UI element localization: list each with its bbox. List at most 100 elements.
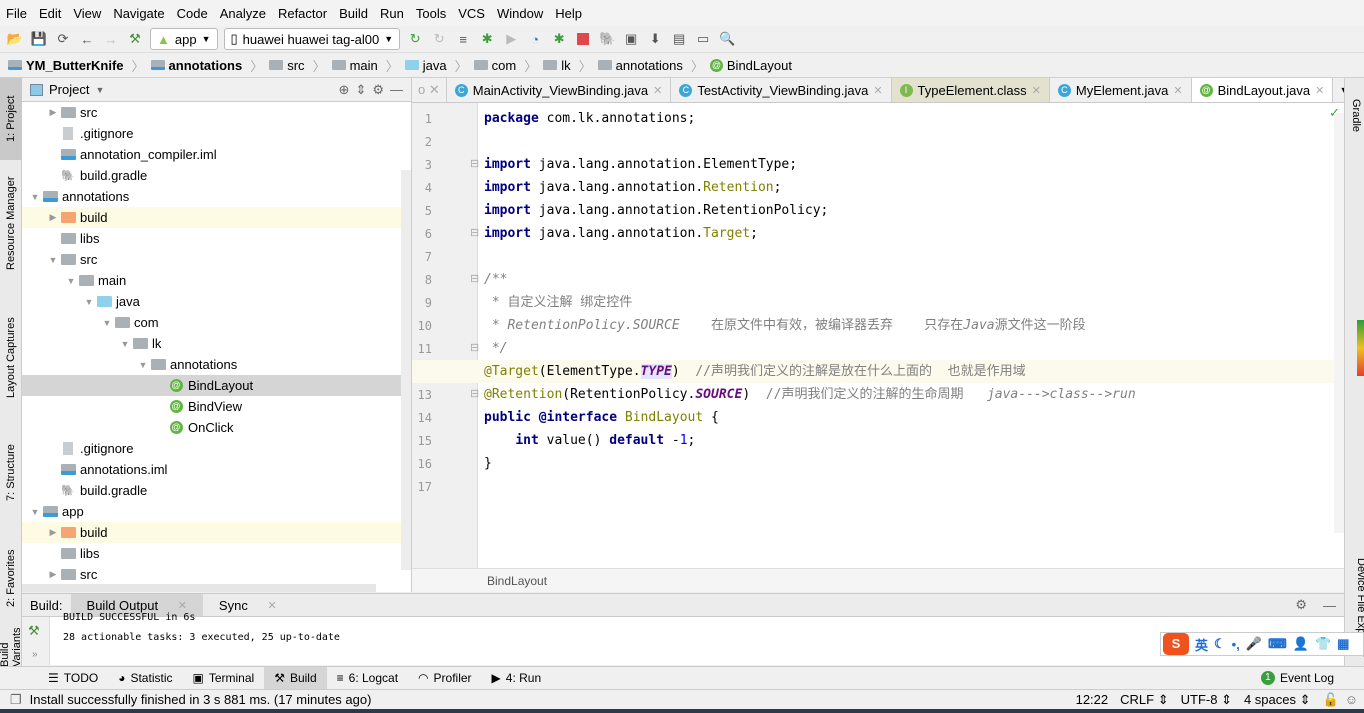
chevron-down-icon[interactable]: ▼ — [118, 339, 132, 349]
menu-view[interactable]: View — [73, 6, 101, 21]
breadcrumb-item[interactable]: annotations 〉 — [597, 56, 704, 75]
code-line[interactable]: import java.lang.annotation.RetentionPol… — [484, 199, 828, 222]
menu-file[interactable]: File — [6, 6, 27, 21]
run-icon[interactable]: ≡ — [454, 30, 472, 48]
code-line[interactable]: int value() default -1; — [484, 429, 695, 452]
code-editor[interactable]: 1234567891011121314151617⊟⊟⊟⊟⊟⊟ package … — [412, 103, 1344, 568]
debug-icon[interactable]: ✱ — [478, 30, 496, 48]
fold-icon[interactable]: ⊟ — [470, 226, 479, 239]
fold-icon[interactable]: ⊟ — [470, 272, 479, 285]
menu-build[interactable]: Build — [339, 6, 368, 21]
grid-icon[interactable]: ▦ — [1337, 636, 1349, 652]
user-icon[interactable]: 👤 — [1293, 636, 1309, 652]
editor-tab[interactable]: C MainActivity_ViewBinding.java ✕ — [447, 78, 672, 102]
chevron-down-icon[interactable]: ▼ — [28, 192, 42, 202]
open-icon[interactable]: 📂 — [6, 30, 24, 48]
tab-structure[interactable]: 7: Structure — [0, 438, 22, 508]
tool-tab[interactable]: ≡ 6: Logcat — [327, 667, 408, 689]
menu-tools[interactable]: Tools — [416, 6, 446, 21]
chevron-right-icon[interactable]: ▶ — [46, 527, 60, 538]
menu-code[interactable]: Code — [177, 6, 208, 21]
breadcrumb-item[interactable]: java 〉 — [404, 56, 468, 75]
chevron-right-icon[interactable]: ▶ — [46, 569, 60, 580]
breadcrumb-item[interactable]: annotations 〉 — [150, 56, 263, 75]
tree-item[interactable]: ▼ com — [22, 312, 411, 333]
forward-icon[interactable]: → — [102, 30, 120, 48]
tool-tab[interactable]: ◕ Statistic — [108, 667, 182, 689]
profile-icon[interactable]: ◔ — [526, 30, 544, 48]
code-line[interactable]: package com.lk.annotations; — [484, 107, 695, 130]
tree-item[interactable]: ▼ lk — [22, 333, 411, 354]
code-line[interactable]: * 自定义注解 绑定控件 — [484, 291, 633, 314]
tool-tab[interactable]: ☰ TODO — [38, 667, 108, 689]
tree-item[interactable]: .gitignore — [22, 438, 411, 459]
lock-icon[interactable]: 🔓 — [1323, 692, 1339, 708]
tree-item[interactable]: .gitignore — [22, 123, 411, 144]
tab-resource-manager[interactable]: Resource Manager — [0, 168, 22, 278]
gear-icon[interactable]: ⚙ — [372, 82, 384, 98]
close-icon[interactable]: ✕ — [1032, 84, 1041, 97]
gear-icon[interactable]: ⚙ — [1287, 594, 1315, 616]
tree-item[interactable]: ▼ src — [22, 249, 411, 270]
hammer-icon[interactable]: ⚒ — [28, 623, 40, 639]
indent-setting[interactable]: 4 spaces ⇕ — [1244, 692, 1311, 708]
code-line[interactable]: @Target(ElementType.TYPE) //声明我们定义的注解是放在… — [484, 360, 1026, 383]
project-view-select[interactable]: Project — [49, 82, 89, 97]
breadcrumb-item[interactable]: YM_ButterKnife 〉 — [8, 56, 145, 75]
keyboard-icon[interactable]: ⌨ — [1268, 636, 1287, 652]
editor-tab[interactable]: C TestActivity_ViewBinding.java ✕ — [671, 78, 892, 102]
status-toggle-icon[interactable]: ❐ — [10, 692, 22, 708]
locate-icon[interactable]: ⊕ — [339, 82, 350, 98]
expand-icon[interactable]: » — [32, 649, 38, 660]
gradle-sync-icon[interactable]: 🐘 — [598, 30, 616, 48]
code-line[interactable]: @Retention(RetentionPolicy.SOURCE) //声明我… — [484, 383, 1136, 406]
chevron-down-icon[interactable]: ▼ — [136, 360, 150, 370]
tree-item[interactable]: ▶ build — [22, 522, 411, 543]
tree-item[interactable]: ▼ java — [22, 291, 411, 312]
breadcrumb-item[interactable]: lk 〉 — [543, 56, 592, 75]
tab-favorites[interactable]: 2: Favorites — [0, 538, 22, 618]
search-icon[interactable]: 🔍 — [718, 30, 736, 48]
code-line[interactable]: import java.lang.annotation.ElementType; — [484, 153, 797, 176]
editor-tab[interactable]: @ BindLayout.java ✕ — [1191, 78, 1334, 102]
menu-run[interactable]: Run — [380, 6, 404, 21]
tree-item[interactable]: ▶ src — [22, 102, 411, 123]
hide-icon[interactable]: — — [390, 82, 403, 97]
tree-item[interactable]: ▼ app — [22, 501, 411, 522]
tab-project[interactable]: 1: Project — [0, 78, 22, 160]
menu-navigate[interactable]: Navigate — [113, 6, 164, 21]
tab-sync[interactable]: Sync ✕ — [203, 594, 293, 616]
attach-debugger-icon[interactable]: ✱ — [550, 30, 568, 48]
terminal-icon[interactable]: ▭ — [694, 30, 712, 48]
stop-icon[interactable] — [574, 30, 592, 48]
chevron-down-icon[interactable]: ▼ — [28, 507, 42, 517]
menu-vcs[interactable]: VCS — [458, 6, 485, 21]
close-icon[interactable]: ✕ — [653, 84, 662, 97]
moon-icon[interactable]: ☾ — [1214, 636, 1226, 652]
sync-icon[interactable]: ⟳ — [54, 30, 72, 48]
project-structure-icon[interactable]: ▤ — [670, 30, 688, 48]
microphone-icon[interactable]: 🎤 — [1246, 636, 1262, 652]
hammer-icon[interactable]: ⚒ — [126, 30, 144, 48]
caret-position[interactable]: 12:22 — [1076, 692, 1109, 707]
tree-item[interactable]: ▶ src — [22, 564, 411, 585]
code-line[interactable]: import java.lang.annotation.Target; — [484, 222, 758, 245]
tree-item[interactable]: libs — [22, 543, 411, 564]
tree-item[interactable]: @ BindLayout — [22, 375, 411, 396]
tree-h-scrollbar[interactable] — [22, 584, 376, 592]
breadcrumb-item[interactable]: src 〉 — [269, 56, 326, 75]
tree-item[interactable]: ▼ annotations — [22, 186, 411, 207]
chevron-down-icon[interactable]: ▼ — [82, 297, 96, 307]
tab-layout-captures[interactable]: Layout Captures — [0, 308, 22, 408]
chevron-down-icon[interactable]: ▼ — [64, 276, 78, 286]
sdk-manager-icon[interactable]: ⬇ — [646, 30, 664, 48]
menu-analyze[interactable]: Analyze — [220, 6, 266, 21]
chevron-right-icon[interactable]: ▶ — [46, 212, 60, 223]
run-config-select[interactable]: ▲ app ▼ — [150, 28, 218, 50]
back-icon[interactable]: ← — [78, 30, 96, 48]
close-icon[interactable]: ✕ — [873, 84, 882, 97]
code-line[interactable]: * RetentionPolicy.SOURCE 在原文件中有效，被编译器丢弃 … — [484, 314, 1086, 337]
editor-tab[interactable]: I TypeElement.class ✕ — [891, 78, 1050, 102]
tab-gradle[interactable]: Gradle — [1345, 88, 1364, 143]
tree-item[interactable]: @ OnClick — [22, 417, 411, 438]
